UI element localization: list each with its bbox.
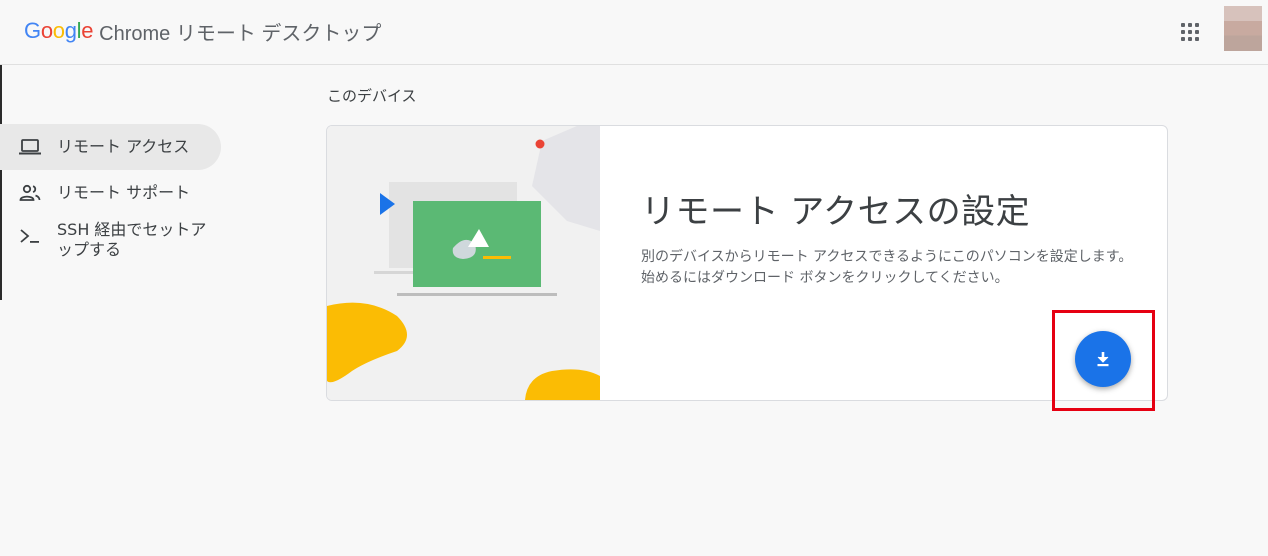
logo-letter: g [64, 18, 77, 43]
logo-letter: o [52, 18, 65, 43]
sidebar-item-label: リモート アクセス [57, 137, 190, 156]
logo-letter: G [24, 18, 41, 43]
section-heading: このデバイス [327, 87, 417, 105]
sidebar-item-remote-support[interactable]: リモート サポート [0, 170, 230, 216]
sidebar-item-label: リモート サポート [57, 183, 191, 202]
logo-letter: o [40, 18, 53, 43]
google-logo: Google [24, 18, 93, 44]
google-logo-letters: Google [24, 18, 93, 43]
app-page: Google Chrome リモート デスクトップ リモート アクセス リモート… [0, 0, 1268, 556]
top-app-bar: Google Chrome リモート デスクトップ [0, 0, 1268, 65]
download-icon [1097, 352, 1109, 367]
download-button[interactable] [1075, 331, 1131, 387]
sidebar-item-remote-access[interactable]: リモート アクセス [0, 124, 221, 170]
setup-card: リモート アクセスの設定 別のデバイスからリモート アクセスできるようにこのパソ… [326, 125, 1168, 401]
brand[interactable]: Google Chrome リモート デスクトップ [24, 17, 381, 45]
sidebar-item-label: SSH 経由でセットア ップする [57, 220, 207, 259]
people-icon [18, 181, 42, 205]
card-title: リモート アクセスの設定 [641, 192, 1031, 232]
sidebar-item-ssh-setup[interactable]: SSH 経由でセットア ップする [0, 216, 230, 262]
logo-letter: e [81, 18, 94, 43]
card-description: 別のデバイスからリモート アクセスできるようにこのパソコンを設定します。始めるに… [641, 249, 1133, 286]
sidebar-nav: リモート アクセス リモート サポート SSH 経由でセットア ップする [0, 124, 230, 262]
product-name: Chrome リモート デスクトップ [99, 22, 382, 45]
terminal-icon [18, 224, 42, 248]
laptop-icon [18, 135, 42, 159]
apps-grid-icon[interactable] [1176, 18, 1204, 46]
setup-illustration [327, 126, 600, 400]
account-avatar[interactable] [1224, 6, 1262, 51]
